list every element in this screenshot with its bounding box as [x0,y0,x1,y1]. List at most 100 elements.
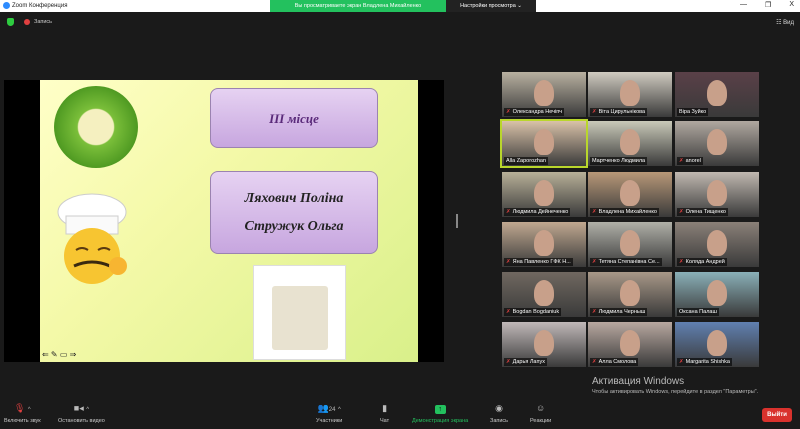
participant-face [534,330,554,356]
participant-tile[interactable]: ✗ anorel [675,121,759,166]
activation-text: Чтобы активировать Windows, перейдите в … [592,389,759,395]
muted-mic-icon: ✗ [506,259,511,265]
participant-name-text: Оксана Палаш [679,309,717,315]
recording-icon [24,19,30,25]
participant-tile[interactable]: ✗ Людмила Дейнеченко [502,172,586,217]
participant-face [620,280,640,306]
record-button[interactable]: ◉ Запись [490,403,508,424]
participants-label: Участники [316,418,343,424]
participant-name: ✗ Bogdan Bogdaniuk [504,308,562,316]
view-options-button[interactable]: Настройки просмотра ⌄ [446,0,536,12]
activation-title: Активация Windows [592,376,685,387]
muted-mic-icon: ✗ [592,109,597,115]
participant-name-text: Людмила Дейнеченко [512,209,569,215]
participant-face [707,280,727,306]
participant-name-text: Дарья Лапух [512,359,545,365]
share-screen-button[interactable]: ↑ Демонстрация экрана [412,403,468,424]
participant-name: ✗ anorel [677,157,703,165]
participant-tile[interactable]: ✗ Алла Смолова [588,322,672,367]
presentation-slide: ІІІ місце Ляхович Поліна Стружук Ольга ⇐… [40,80,418,362]
participant-tile[interactable]: Віра Зуйко [675,72,759,117]
chef-emoji-image [57,193,127,284]
share-label: Демонстрация экрана [412,418,469,424]
meeting-toolbar: 🎙 ^ Включить звук ■◂ ^ Остановить видео 👥2… [0,400,800,429]
participants-button[interactable]: 👥24 ^ Участники [316,403,342,424]
participant-name: ✗ Олена Тищенко [677,208,728,216]
chat-icon: ▮ [382,403,388,413]
participant-tile[interactable]: ✗ Bogdan Bogdaniuk [502,272,586,317]
muted-mic-icon: ✗ [506,209,511,215]
participant-tile[interactable]: ✗ Віта Цирульнікова [588,72,672,117]
participant-tile[interactable]: ✗ Олександра Нечіпч [502,72,586,117]
participant-name: ✗ Людмила Черныш [590,308,648,316]
shared-screen: ІІІ місце Ляхович Поліна Стружук Ольга ⇐… [4,80,444,362]
window-title: Zoom Конференция [12,2,68,9]
participant-name-text: Олена Тищенко [685,209,726,215]
splitter-handle[interactable] [456,214,458,228]
zoom-logo-icon [3,2,10,9]
share-screen-icon: ↑ [412,403,468,415]
winner-name-2: Стружук Ольга [244,219,344,234]
participant-face [620,129,640,155]
participant-tile[interactable]: Alla Zaporozhan [500,119,588,168]
participant-name: ✗ Коляда Андрей [677,258,727,266]
participant-name-text: Bogdan Bogdaniuk [512,309,560,315]
participant-name: ✗ Людмила Дейнеченко [504,208,571,216]
participant-face [534,180,554,206]
participant-tile[interactable]: ✗ Margarita Shishka [675,322,759,367]
muted-mic-icon: ✗ [592,359,597,365]
participant-name-text: Мартченко Людмила [592,158,646,164]
reactions-button[interactable]: ☺ Реакции [530,403,551,424]
stop-video-button[interactable]: ■◂ ^ Остановить видео [58,403,105,424]
participant-name: ✗ Тетяна Степанівна Се... [590,258,662,266]
participant-name-text: Віта Цирульнікова [598,109,646,115]
participant-name: ✗ Яна Павленко ГФК Н... [504,258,573,266]
college-emblem-logo [54,86,138,168]
participant-tile[interactable]: ✗ Дарья Лапух [502,322,586,367]
participant-face [707,180,727,206]
slide-navigation[interactable]: ⇐ ✎ ▭ ⇒ [42,350,76,359]
muted-mic-icon: ✗ [679,158,684,164]
participants-icon: 👥24 ^ [317,403,341,413]
tote-bag-image [253,265,346,360]
view-button[interactable]: ☷ Вид [776,19,794,26]
participant-tile[interactable]: ✗ Тетяна Степанівна Се... [588,222,672,267]
restore-button[interactable]: ❐ [765,1,771,9]
app-title: Zoom Конференция [3,2,67,9]
winner-name-1: Ляхович Поліна [244,191,344,206]
share-banner: Вы просматриваете экран Владлена Михайле… [270,0,536,12]
participant-name-text: Владлена Михайленко [598,209,657,215]
reactions-icon: ☺ [536,403,546,413]
security-shield-icon[interactable] [7,18,14,26]
leave-button[interactable]: Выйти [762,408,792,422]
participant-name-text: Тетяна Степанівна Се... [598,259,660,265]
minimize-button[interactable]: — [740,1,747,9]
participant-tile[interactable]: ✗ Олена Тищенко [675,172,759,217]
record-label: Запись [490,418,509,424]
place-box: ІІІ місце [210,88,378,148]
muted-mic-icon: ✗ [679,259,684,265]
participant-name-text: Олександра Нечіпч [512,109,563,115]
unmute-button[interactable]: 🎙 ^ Включить звук [4,403,41,424]
participant-name: ✗ Владлена Михайленко [590,208,659,216]
chat-button[interactable]: ▮ Чат [380,403,389,424]
participant-tile[interactable]: ✗ Людмила Черныш [588,272,672,317]
participant-name: ✗ Олександра Нечіпч [504,108,565,116]
participant-tile[interactable]: Мартченко Людмила [588,121,672,166]
participant-face [707,330,727,356]
participant-face [620,180,640,206]
participant-tile[interactable]: ✗ Владлена Михайленко [588,172,672,217]
participant-name: ✗ Дарья Лапух [504,358,547,366]
participant-tile[interactable]: ✗ Коляда Андрей [675,222,759,267]
meeting-topbar: Запись ☷ Вид [0,12,800,32]
participant-name: Оксана Палаш [677,308,719,316]
participant-name: ✗ Margarita Shishka [677,358,732,366]
muted-mic-icon: 🎙 ^ [13,403,31,413]
participant-face [620,330,640,356]
participant-tile[interactable]: Оксана Палаш [675,272,759,317]
stop-video-label: Остановить видео [58,418,105,424]
muted-mic-icon: ✗ [679,209,684,215]
recording-label: Запись [34,19,53,25]
participant-tile[interactable]: ✗ Яна Павленко ГФК Н... [502,222,586,267]
close-button[interactable]: X [789,1,794,9]
